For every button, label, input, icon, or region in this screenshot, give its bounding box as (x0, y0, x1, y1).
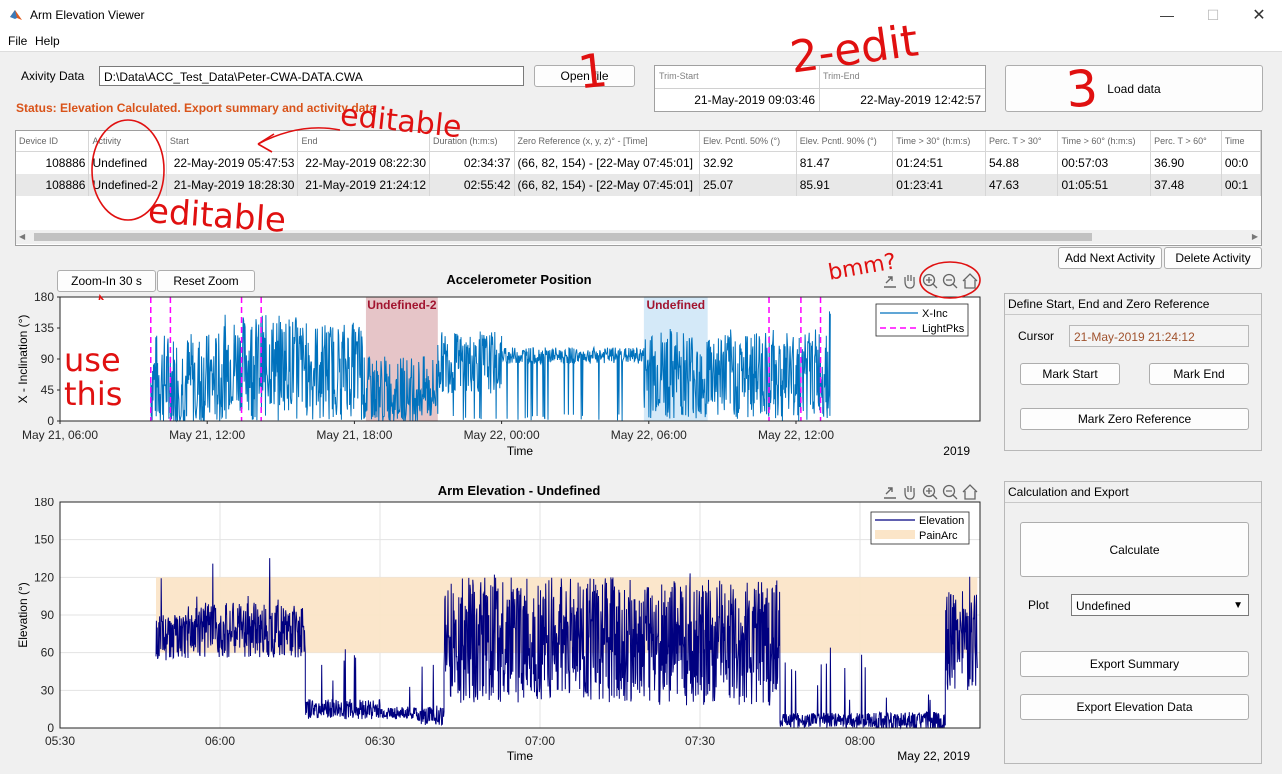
annotation-3: 3 (1064, 58, 1100, 120)
cursor-label: Cursor (1018, 329, 1055, 343)
x-tick-label: May 22, 00:00 (464, 428, 540, 442)
col-header[interactable]: Time > 60° (h:m:s) (1057, 131, 1152, 152)
col-header[interactable]: Perc. T > 60° (1150, 131, 1222, 152)
cell-perc-60[interactable]: 37.48 (1150, 174, 1222, 196)
mark-end-button[interactable]: Mark End (1149, 363, 1249, 385)
cursor-field[interactable]: 21-May-2019 21:24:12 (1069, 325, 1249, 347)
legend-label: Elevation (919, 515, 964, 527)
annotation-1: 1 (575, 42, 611, 100)
x-tick-label: 07:00 (525, 734, 555, 748)
y-tick-label: 30 (41, 683, 55, 697)
scroll-right-icon[interactable]: ▶ (1252, 232, 1258, 241)
y-axis-label: Elevation (°) (16, 582, 30, 648)
matlab-app-icon (10, 10, 22, 20)
x-tick-label: May 21, 18:00 (316, 428, 392, 442)
cell-time-60[interactable]: 00:57:03 (1057, 151, 1152, 174)
y-axis-label: X - Inclination (°) (16, 315, 30, 404)
trim-start-label: Trim-Start (659, 71, 699, 81)
zoom-in-icon[interactable] (922, 484, 938, 500)
chevron-down-icon: ▼ (1233, 600, 1243, 611)
x-date-label: May 22, 2019 (897, 749, 970, 763)
legend-patch-painarc (875, 530, 915, 539)
y-tick-label: 90 (41, 608, 55, 622)
x-tick-label: May 21, 12:00 (169, 428, 245, 442)
add-next-activity-button[interactable]: Add Next Activity (1058, 247, 1162, 269)
chart1-legend: X-Inc LightPks (875, 303, 969, 337)
x-tick-label: 06:00 (205, 734, 235, 748)
y-tick-label: 120 (34, 570, 54, 584)
calculate-button[interactable]: Calculate (1020, 522, 1249, 577)
accelerometer-chart[interactable]: Undefined-2 Undefined04590135180May 21, 0… (0, 288, 1000, 468)
zoom-out-icon[interactable] (942, 484, 958, 500)
y-tick-label: 45 (41, 383, 55, 397)
cell-time-60[interactable]: 01:05:51 (1057, 174, 1152, 196)
plot-select[interactable]: Undefined ▼ (1071, 594, 1249, 616)
define-panel-title: Define Start, End and Zero Reference (1005, 294, 1261, 315)
col-header[interactable]: Time (1221, 131, 1261, 152)
x-axis-label: Time (507, 444, 534, 458)
x-axis-label: Time (507, 749, 534, 763)
y-tick-label: 90 (41, 352, 55, 366)
x-tick-label: May 22, 12:00 (758, 428, 834, 442)
region-label: Undefined (646, 298, 705, 312)
annotation-use-this: use this (64, 341, 123, 413)
export-summary-button[interactable]: Export Summary (1020, 651, 1249, 677)
menu-help[interactable]: Help (35, 34, 60, 48)
cell-time[interactable]: 00:0 (1221, 151, 1261, 174)
menu-file[interactable]: File (8, 34, 27, 48)
export-elevation-data-button[interactable]: Export Elevation Data (1020, 694, 1249, 720)
y-tick-label: 150 (34, 533, 54, 547)
elevation-chart[interactable]: 0 30 60 90 120 150 180 05:30 06:00 06:30 07:00 07:3… (0, 498, 1000, 774)
chart2-legend: Elevation PainArc (870, 511, 970, 545)
axivity-data-label: Axivity Data (21, 69, 85, 83)
mark-start-button[interactable]: Mark Start (1020, 363, 1120, 385)
x-tick-label: 05:30 (45, 734, 75, 748)
export-icon[interactable] (884, 487, 896, 499)
delete-activity-button[interactable]: Delete Activity (1164, 247, 1262, 269)
legend-label: PainArc (919, 530, 958, 542)
home-icon[interactable] (962, 484, 978, 500)
maximize-button[interactable]: ☐ (1190, 0, 1236, 31)
x-tick-label: May 21, 06:00 (22, 428, 98, 442)
y-tick-label: 180 (34, 498, 54, 509)
window-title: Arm Elevation Viewer (30, 8, 145, 22)
title-bar: Arm Elevation Viewer — ☐ ✕ (0, 0, 1282, 31)
menu-bar (0, 31, 1282, 52)
legend-label: LightPks (922, 323, 965, 335)
y-tick-label: 135 (34, 321, 54, 335)
x-tick-label: 08:00 (845, 734, 875, 748)
y-tick-label: 60 (41, 646, 55, 660)
plot-label: Plot (1028, 598, 1049, 612)
file-path-field[interactable]: D:\Data\ACC_Test_Data\Peter-CWA-DATA.CWA (99, 66, 524, 86)
x-tick-label: 06:30 (365, 734, 395, 748)
y-tick-label: 0 (47, 414, 54, 428)
mark-zero-reference-button[interactable]: Mark Zero Reference (1020, 408, 1249, 430)
annotation-marks (91, 119, 981, 300)
region-label: Undefined-2 (367, 298, 437, 312)
minimize-button[interactable]: — (1144, 0, 1190, 31)
cell-time[interactable]: 00:1 (1221, 174, 1261, 196)
cell-perc-60[interactable]: 36.90 (1150, 151, 1222, 174)
plot-select-value: Undefined (1076, 599, 1131, 613)
calc-panel-title: Calculation and Export (1005, 482, 1261, 503)
close-button[interactable]: ✕ (1236, 0, 1282, 31)
load-data-button[interactable]: Load data (1005, 65, 1263, 112)
legend-label: X-Inc (922, 308, 948, 320)
x-tick-label: 07:30 (685, 734, 715, 748)
x-tick-label: May 22, 06:00 (611, 428, 687, 442)
x-year-label: 2019 (943, 444, 970, 458)
y-tick-label: 0 (47, 721, 54, 735)
